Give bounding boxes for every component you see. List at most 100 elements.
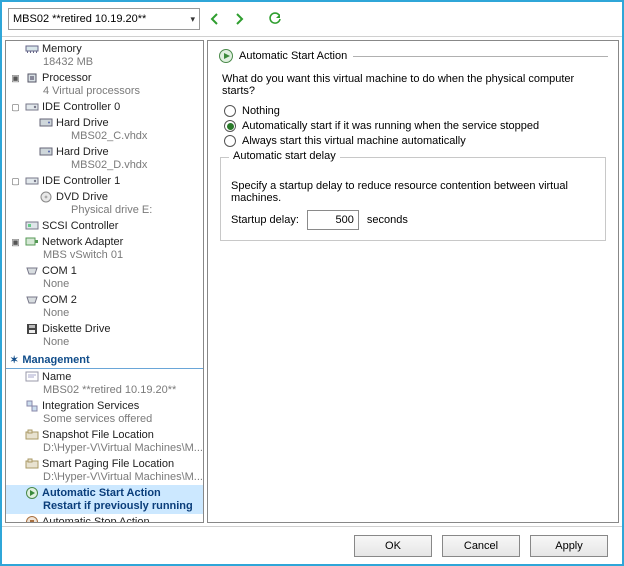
diskette-icon	[24, 322, 39, 336]
tree-item-network[interactable]: ▣ Network Adapter MBS vSwitch 01	[6, 234, 203, 263]
expand-icon[interactable]: ▣	[10, 235, 21, 249]
panel-question: What do you want this virtual machine to…	[222, 73, 608, 97]
content-area: Memory 18432 MB ▣ Processor 4 Virtual pro…	[2, 36, 622, 526]
collapse-icon[interactable]: ▢	[10, 174, 21, 188]
tree-label: DVD Drive	[56, 190, 108, 204]
group-legend: Automatic start delay	[229, 150, 340, 162]
tree-label: Smart Paging File Location	[42, 457, 174, 471]
auto-start-icon	[218, 49, 233, 63]
chevron-down-icon: ▾	[190, 14, 195, 25]
processor-icon	[24, 71, 39, 85]
section-label: Management	[22, 354, 89, 366]
delay-description: Specify a startup delay to reduce resour…	[231, 180, 595, 204]
tree-sub: 18432 MB	[10, 56, 201, 69]
panel-header: Automatic Start Action	[218, 49, 608, 63]
tree-item-com2[interactable]: COM 2 None	[6, 292, 203, 321]
auto-stop-icon	[24, 515, 39, 523]
tree-item-ide0-hd2[interactable]: Hard Drive MBS02_D.vhdx	[6, 144, 203, 173]
startup-delay-group: Automatic start delay Specify a startup …	[220, 157, 606, 241]
vm-selector-dropdown[interactable]: MBS02 **retired 10.19.20** ▾	[8, 8, 200, 30]
com-port-icon	[24, 264, 39, 278]
hard-drive-icon	[38, 145, 53, 159]
dvd-drive-icon	[38, 190, 53, 204]
paging-icon	[24, 457, 39, 471]
tree-label: Name	[42, 370, 71, 384]
tree-sub: None	[10, 336, 201, 349]
controller-icon	[24, 174, 39, 188]
expand-icon[interactable]: ▣	[10, 71, 21, 85]
radio-label: Automatically start if it was running wh…	[242, 120, 539, 132]
tree-label: COM 1	[42, 264, 77, 278]
memory-icon	[24, 42, 39, 56]
refresh-button[interactable]	[266, 10, 284, 28]
tree-item-name[interactable]: Name MBS02 **retired 10.19.20**	[6, 369, 203, 398]
integration-icon	[24, 399, 39, 413]
tree-label: Automatic Stop Action	[42, 515, 150, 523]
details-panel: Automatic Start Action What do you want …	[207, 40, 619, 523]
radio-label: Always start this virtual machine automa…	[242, 135, 466, 147]
nav-next-button[interactable]	[230, 10, 248, 28]
tree-label: COM 2	[42, 293, 77, 307]
tree-sub: MBS vSwitch 01	[10, 249, 201, 262]
tree-label: Integration Services	[42, 399, 139, 413]
tree-label: Network Adapter	[42, 235, 123, 249]
ok-button[interactable]: OK	[354, 535, 432, 557]
tree-item-ide1-dvd[interactable]: DVD Drive Physical drive E:	[6, 189, 203, 218]
tree-sub: Physical drive E:	[24, 204, 201, 217]
controller-icon	[24, 100, 39, 114]
tree-sub: MBS02 **retired 10.19.20**	[10, 384, 201, 397]
radio-nothing[interactable]: Nothing	[224, 105, 608, 117]
radio-auto-start[interactable]: Automatically start if it was running wh…	[224, 120, 608, 132]
tree-sub: None	[10, 278, 201, 291]
cancel-button[interactable]: Cancel	[442, 535, 520, 557]
section-management[interactable]: ✶ Management	[6, 352, 203, 369]
tree-label: Hard Drive	[56, 116, 109, 130]
tree-label: Automatic Start Action	[42, 486, 161, 500]
tree-sub: D:\Hyper-V\Virtual Machines\M...	[10, 471, 201, 484]
topbar: MBS02 **retired 10.19.20** ▾	[2, 2, 622, 36]
settings-window: MBS02 **retired 10.19.20** ▾ Memory 1843…	[0, 0, 624, 566]
apply-button[interactable]: Apply	[530, 535, 608, 557]
tree-label: IDE Controller 0	[42, 100, 120, 114]
vm-selector-value: MBS02 **retired 10.19.20**	[13, 13, 146, 25]
tree-sub: Some services offered	[10, 413, 201, 426]
tree-label: Processor	[42, 71, 92, 85]
tree-item-scsi[interactable]: SCSI Controller	[6, 218, 203, 234]
section-chevron-icon: ✶	[10, 355, 18, 366]
panel-title: Automatic Start Action	[239, 50, 347, 62]
tree-item-diskette[interactable]: Diskette Drive None	[6, 321, 203, 350]
tree-sub: None	[10, 307, 201, 320]
tree-item-paging[interactable]: Smart Paging File Location D:\Hyper-V\Vi…	[6, 456, 203, 485]
tree-sub: 4 Virtual processors	[10, 85, 201, 98]
tree-label: IDE Controller 1	[42, 174, 120, 188]
tree-item-auto-start[interactable]: Automatic Start Action Restart if previo…	[6, 485, 203, 514]
network-adapter-icon	[24, 235, 39, 249]
tree-item-snapshot[interactable]: Snapshot File Location D:\Hyper-V\Virtua…	[6, 427, 203, 456]
radio-icon	[224, 105, 236, 117]
radio-icon	[224, 135, 236, 147]
nav-prev-button[interactable]	[206, 10, 224, 28]
radio-always[interactable]: Always start this virtual machine automa…	[224, 135, 608, 147]
hard-drive-icon	[38, 116, 53, 130]
tree-item-integration[interactable]: Integration Services Some services offer…	[6, 398, 203, 427]
tree-item-auto-stop[interactable]: Automatic Stop Action Save	[6, 514, 203, 523]
tree-item-ide1[interactable]: ▢ IDE Controller 1	[6, 173, 203, 189]
delay-label: Startup delay:	[231, 214, 299, 226]
divider	[353, 56, 608, 57]
tree-label: Diskette Drive	[42, 322, 110, 336]
tree-item-memory[interactable]: Memory 18432 MB	[6, 41, 203, 70]
name-icon	[24, 370, 39, 384]
collapse-icon[interactable]: ▢	[10, 100, 21, 114]
startup-delay-input[interactable]	[307, 210, 359, 230]
settings-tree[interactable]: Memory 18432 MB ▣ Processor 4 Virtual pro…	[5, 40, 204, 523]
tree-sub: D:\Hyper-V\Virtual Machines\M...	[10, 442, 201, 455]
scsi-icon	[24, 219, 39, 233]
tree-item-ide0[interactable]: ▢ IDE Controller 0	[6, 99, 203, 115]
tree-item-processor[interactable]: ▣ Processor 4 Virtual processors	[6, 70, 203, 99]
tree-sub: Restart if previously running	[10, 500, 201, 513]
tree-sub: MBS02_D.vhdx	[24, 159, 201, 172]
tree-item-ide0-hd1[interactable]: Hard Drive MBS02_C.vhdx	[6, 115, 203, 144]
tree-item-com1[interactable]: COM 1 None	[6, 263, 203, 292]
tree-label: Memory	[42, 42, 82, 56]
auto-start-icon	[24, 486, 39, 500]
